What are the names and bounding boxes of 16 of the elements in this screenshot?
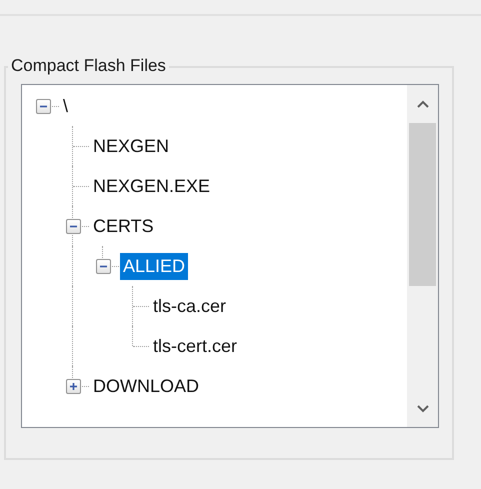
tree-item[interactable]: NEXGEN.EXE: [90, 172, 214, 200]
tree-item[interactable]: \: [60, 92, 72, 120]
tree-item[interactable]: tls-cert.cer: [150, 332, 240, 360]
scrollbar[interactable]: [407, 85, 438, 427]
expand-icon[interactable]: [66, 379, 81, 394]
collapse-icon[interactable]: [96, 259, 111, 274]
scroll-up-icon[interactable]: [416, 100, 428, 108]
tree-item[interactable]: ALLIED: [120, 252, 188, 280]
scroll-down-icon[interactable]: [416, 405, 428, 413]
tree-item[interactable]: tls-ca.cer: [150, 292, 230, 320]
scroll-thumb[interactable]: [409, 123, 436, 286]
collapse-icon[interactable]: [66, 219, 81, 234]
tree-item[interactable]: NEXGEN: [90, 132, 172, 160]
tree-item[interactable]: CERTS: [90, 212, 157, 240]
collapse-icon[interactable]: [36, 99, 51, 114]
tree-item[interactable]: DOWNLOAD: [90, 372, 202, 400]
